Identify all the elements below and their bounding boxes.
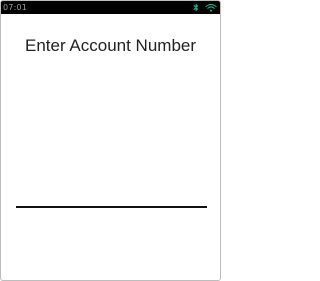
- status-bar: 07:01: [1, 1, 220, 14]
- status-icons: [193, 2, 217, 13]
- account-number-input[interactable]: [16, 181, 207, 208]
- page-title: Enter Account Number: [24, 36, 197, 55]
- bluetooth-icon: [193, 3, 199, 12]
- device-screen: 07:01 Enter Account Number: [0, 0, 221, 281]
- wifi-icon: [205, 3, 217, 12]
- status-time: 07:01: [3, 3, 28, 12]
